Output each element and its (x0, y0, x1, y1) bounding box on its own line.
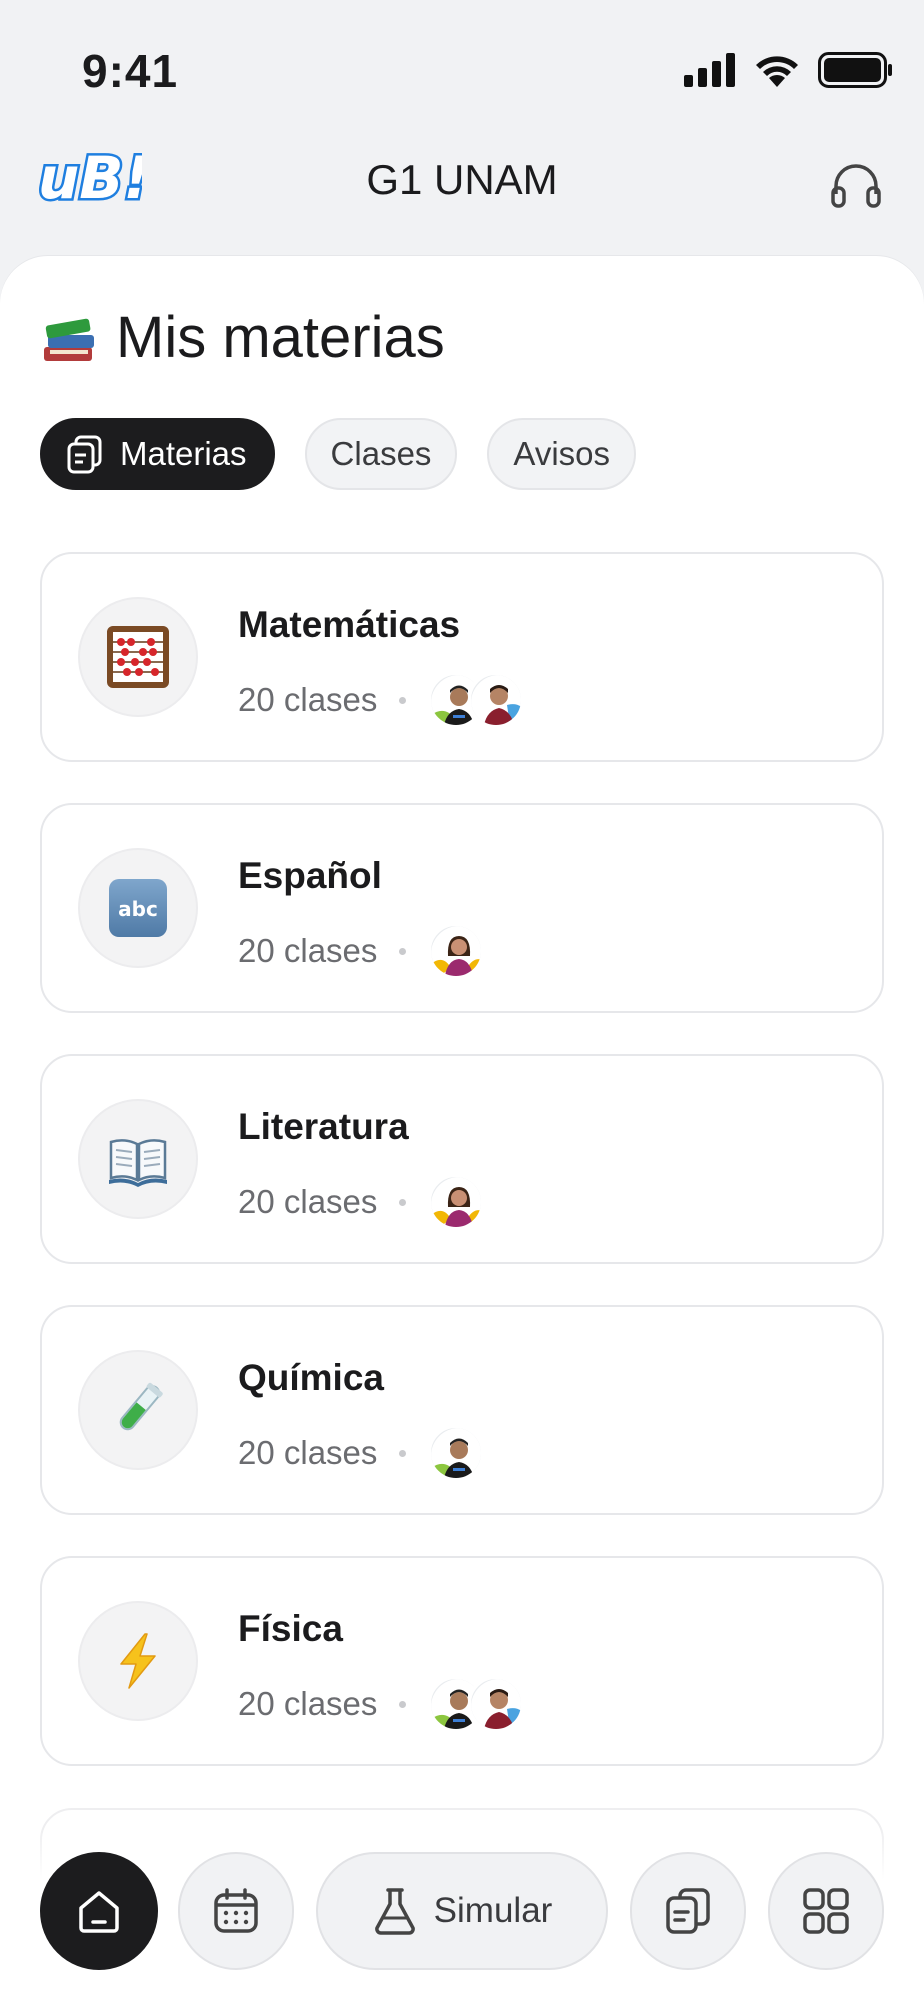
status-time: 9:41 (82, 45, 179, 97)
subject-icon-container: abc (78, 848, 198, 968)
test-tube-icon (119, 1382, 163, 1431)
page-heading: Mis materias (40, 304, 445, 371)
separator-dot (399, 1449, 407, 1457)
nav-documents-button[interactable] (630, 1852, 746, 1970)
subject-meta: 20 clases (238, 1174, 485, 1230)
teacher-avatar (428, 1174, 485, 1230)
subject-name: Química (238, 1357, 384, 1398)
tab-materias[interactable]: Materias (40, 418, 275, 490)
flask-icon (374, 1888, 415, 1935)
teacher-avatars (428, 1174, 485, 1230)
subject-name: Física (238, 1608, 343, 1649)
nav-menu-button[interactable] (768, 1852, 884, 1970)
tab-clases-label: Clases (330, 435, 432, 472)
tab-avisos-label: Avisos (513, 435, 611, 472)
subject-name: Matemáticas (238, 604, 461, 645)
wifi-icon (756, 56, 798, 87)
subject-meta: 20 clases (238, 1425, 485, 1481)
abacus-icon (107, 626, 169, 688)
class-count: 20 clases (238, 681, 378, 718)
subject-meta: 20 clases (238, 1676, 525, 1732)
teacher-avatar (468, 1676, 525, 1732)
open-book-icon (109, 1139, 167, 1187)
nav-simular-button[interactable]: Simular (316, 1852, 608, 1970)
cards-icon (67, 435, 102, 474)
class-count: 20 clases (238, 1183, 378, 1220)
app-title: G1 UNAM (366, 156, 558, 203)
main-sheet: Mis materias Materias Clases Avisos Mate… (0, 256, 924, 2000)
page-title: Mis materias (116, 305, 445, 370)
abc-icon: abc (109, 879, 167, 937)
subject-icon-container (78, 1350, 198, 1470)
support-button[interactable] (824, 152, 888, 216)
class-count: 20 clases (238, 1685, 378, 1722)
subject-card-literatura[interactable]: Literatura 20 clases (40, 1054, 884, 1264)
cellular-signal-icon (684, 53, 735, 87)
teacher-avatar (428, 923, 485, 979)
subject-card-matematicas[interactable]: Matemáticas 20 clases (40, 552, 884, 762)
subject-icon-container (78, 1099, 198, 1219)
status-bar: 9:41 (0, 0, 924, 140)
grid-icon (803, 1888, 849, 1934)
separator-dot (399, 1700, 407, 1708)
subject-meta: 20 clases (238, 923, 485, 979)
headphones-icon (831, 164, 881, 208)
teacher-avatars (428, 672, 525, 728)
svg-text:abc: abc (118, 897, 158, 921)
teacher-avatars (428, 1676, 525, 1732)
subject-icon-container (78, 1601, 198, 1721)
subject-icon-container (78, 597, 198, 717)
app-header: uB! G1 UNAM (0, 140, 924, 260)
class-count: 20 clases (238, 932, 378, 969)
battery-icon (818, 52, 892, 88)
books-icon (44, 318, 94, 361)
lightning-icon (120, 1633, 156, 1689)
tab-bar: Materias Clases Avisos (40, 418, 637, 490)
subject-card-fisica[interactable]: Física 20 clases (40, 1556, 884, 1766)
separator-dot (399, 1198, 407, 1206)
subject-card-espanol[interactable]: abc Español 20 clases (40, 803, 884, 1013)
teacher-avatar (428, 1425, 485, 1481)
nav-home-button[interactable] (40, 1852, 158, 1970)
subject-card-quimica[interactable]: Química 20 clases (40, 1305, 884, 1515)
status-icons (684, 52, 894, 88)
tab-materias-label: Materias (120, 435, 247, 472)
nav-calendar-button[interactable] (178, 1852, 294, 1970)
nav-simular-label: Simular (433, 1891, 553, 1930)
teacher-avatar (468, 672, 525, 728)
tab-avisos[interactable]: Avisos (487, 418, 637, 490)
separator-dot (399, 947, 407, 955)
documents-icon (666, 1888, 710, 1934)
subject-name: Español (238, 855, 382, 896)
home-icon (79, 1891, 119, 1933)
tab-clases[interactable]: Clases (304, 418, 458, 490)
bottom-nav: Simular (0, 1828, 924, 2000)
separator-dot (399, 696, 407, 704)
subject-name: Literatura (238, 1106, 409, 1147)
subject-meta: 20 clases (238, 672, 525, 728)
class-count: 20 clases (238, 1434, 378, 1471)
calendar-icon (214, 1888, 258, 1933)
subject-list: Matemáticas 20 clases abc Español 20 cla… (40, 552, 884, 1807)
teacher-avatars (428, 1425, 485, 1481)
teacher-avatars (428, 923, 485, 979)
